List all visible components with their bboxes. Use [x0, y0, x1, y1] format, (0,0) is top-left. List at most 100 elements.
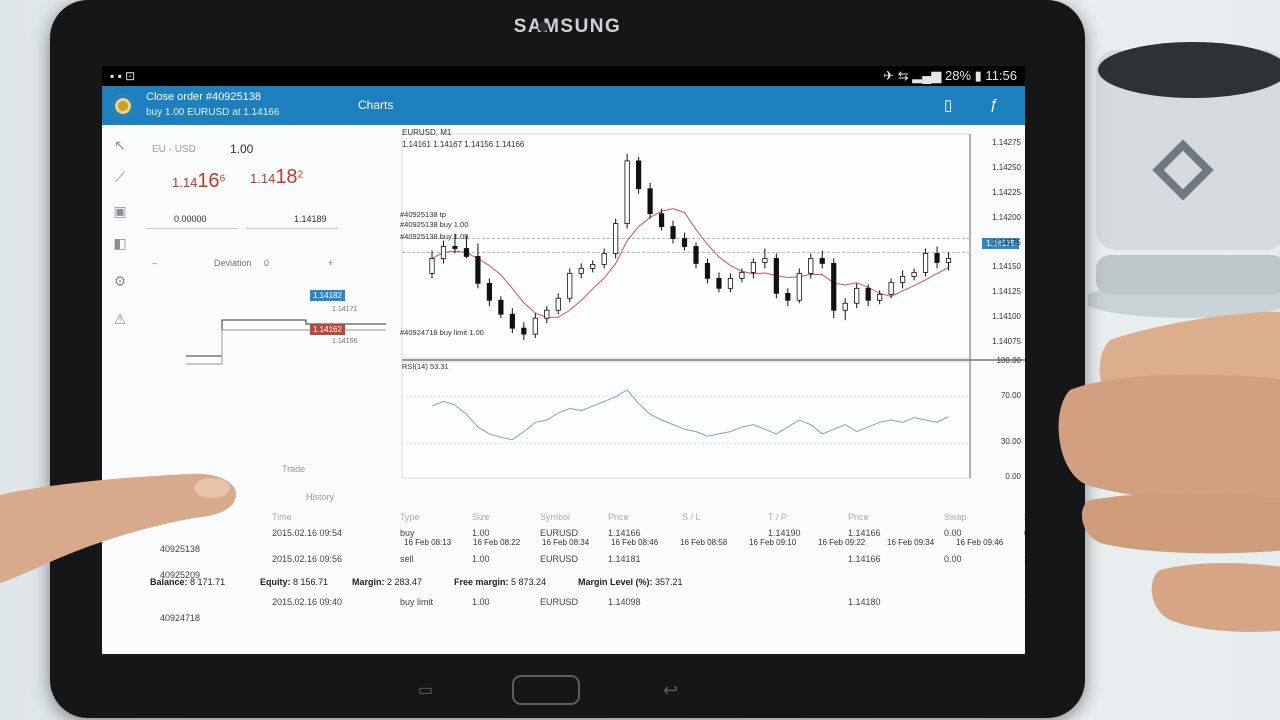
candle-body [544, 309, 550, 319]
stop-loss-field[interactable]: 0.00000 [174, 214, 207, 224]
settings-gear-icon[interactable]: ⚙ [112, 273, 128, 289]
candle-body [681, 238, 688, 247]
current-cell: 1.14180 [848, 597, 881, 607]
type-cell: buy limit [400, 597, 434, 607]
column-header: Profit [1024, 512, 1025, 522]
free-margin-label: Free margin: [454, 577, 509, 587]
column-header: Price [608, 512, 629, 522]
rsi-tick-label: 70.00 [1000, 390, 1021, 400]
candle-body [670, 226, 676, 239]
take-profit-field[interactable]: 1.14189 [294, 214, 327, 224]
menu-key-icon[interactable]: ▭ [418, 680, 433, 700]
current-cell: 1.14166 [848, 528, 881, 538]
divider [246, 228, 338, 229]
home-button[interactable] [512, 675, 580, 705]
candle-body [796, 272, 802, 301]
candle-body [567, 272, 573, 299]
size-cell: 1.00 [472, 554, 490, 564]
y-tick-label: 1.14200 [992, 212, 1021, 222]
equity-label: Equity: [260, 577, 291, 587]
ticket-cell: 40924718 [160, 613, 201, 623]
symbol-cell: EURUSD [540, 597, 579, 607]
margin-level-label: Margin Level (%): [578, 577, 653, 587]
objects-icon[interactable]: ◧ [112, 235, 128, 251]
column-header: Size [472, 512, 490, 522]
rsi-label: RSI(14) 53.31 [402, 362, 449, 371]
charts-tab[interactable]: Charts [358, 98, 393, 112]
candle-body [911, 271, 917, 277]
deviation-label: Deviation [214, 258, 252, 268]
candle-body [727, 277, 734, 289]
column-header: T / P [768, 512, 787, 522]
order-volume[interactable]: 1.00 [230, 142, 253, 156]
plus-icon[interactable]: + [328, 258, 333, 268]
divider [146, 228, 238, 229]
mug-illustration [1088, 42, 1280, 318]
new-order-icon[interactable]: ▯ [944, 96, 952, 114]
timeframe-icon[interactable]: ▣ [112, 203, 128, 219]
column-header: Swap [944, 512, 967, 522]
candle-body [842, 302, 848, 311]
candle-body [716, 277, 722, 289]
rsi-tick-label: 0.00 [1005, 472, 1021, 481]
cursor-tool-icon[interactable]: ↖ [112, 137, 128, 153]
candle-body [704, 263, 711, 279]
profit-cell: 0.00 [1024, 528, 1025, 538]
mini-price-chart [186, 319, 386, 365]
indicators-icon[interactable]: ƒ [990, 96, 998, 113]
tab-history[interactable]: History [306, 492, 334, 502]
mini-bid-label: 1.14162 [310, 324, 345, 335]
minus-icon[interactable]: – [152, 258, 157, 268]
y-tick-label: 1.14125 [992, 287, 1021, 297]
trendline-tool-icon[interactable]: ⟋ [112, 169, 128, 185]
tab-trade[interactable]: Trade [282, 464, 305, 474]
left-hand-finger [0, 473, 237, 584]
candle-body [475, 256, 481, 284]
app-bar: Close order #40925138 buy 1.00 EURUSD at… [102, 86, 1025, 125]
alert-icon[interactable]: ⚠ [112, 311, 128, 327]
margin-value: 2 283.47 [387, 577, 423, 587]
type-cell: buy [400, 528, 415, 538]
size-cell: 1.00 [472, 528, 490, 538]
profit-cell: 15.00 [1024, 597, 1025, 607]
margin-label: Margin: [352, 577, 385, 587]
back-key-icon[interactable]: ↩ [663, 680, 678, 701]
swap-cell: 0.00 [944, 528, 962, 538]
price-chart[interactable]: EURUSD, M1 1.14161 1.14167 1.14156 1.141… [398, 126, 1025, 547]
candle-body [739, 271, 745, 279]
camera [538, 22, 548, 32]
y-tick-label: 1.14100 [992, 312, 1021, 322]
sell-price[interactable]: 1.14166 [172, 170, 225, 193]
margin-level-value: 357.21 [655, 577, 683, 587]
candle-body [601, 253, 607, 265]
rsi-tick-label: 30.00 [1000, 437, 1021, 447]
equity-value: 8 156.71 [293, 577, 329, 587]
column-header: Price [848, 512, 869, 522]
candle-body [854, 287, 860, 304]
candle-body [509, 313, 515, 329]
candle-body [922, 253, 929, 273]
mini-ask-label: 1.14182 [310, 290, 345, 301]
rsi-plot-area [401, 361, 971, 479]
trade-table: Trade History Time Type Size Symbol Price S /… [142, 464, 1025, 654]
tablet-frame: SAMSUNG ▭ ↩ ▪ ▪ ⊡ ✈ ⇆ ▂▄▆ 28% ▮ 11:56 Cl… [50, 0, 1085, 718]
rsi-tick-label: 100.00 [996, 356, 1021, 365]
order-symbol: EU · USD [152, 144, 196, 155]
buy-price[interactable]: 1.14182 [250, 166, 303, 189]
candle-body [555, 297, 561, 311]
chart-canvas[interactable] [398, 126, 1025, 488]
candle-body [486, 282, 492, 301]
column-header: Symbol [540, 512, 571, 522]
sl-cell: 1.14190 [768, 528, 801, 538]
current-cell: 1.14166 [848, 554, 881, 564]
level-label: #40925138 buy 1.00 [400, 220, 469, 229]
candle-body [463, 248, 470, 257]
candle-body [773, 258, 779, 294]
candle-body [819, 258, 825, 264]
time-cell: 2015.02.16 09:54 [272, 528, 343, 538]
app-logo-icon[interactable] [112, 95, 134, 117]
mini-ask-value: 1.14171 [332, 306, 358, 313]
candle-body [624, 160, 630, 225]
chart-symbol: EURUSD, M1 [402, 128, 452, 137]
sell-price-pips: 16 [197, 170, 220, 192]
